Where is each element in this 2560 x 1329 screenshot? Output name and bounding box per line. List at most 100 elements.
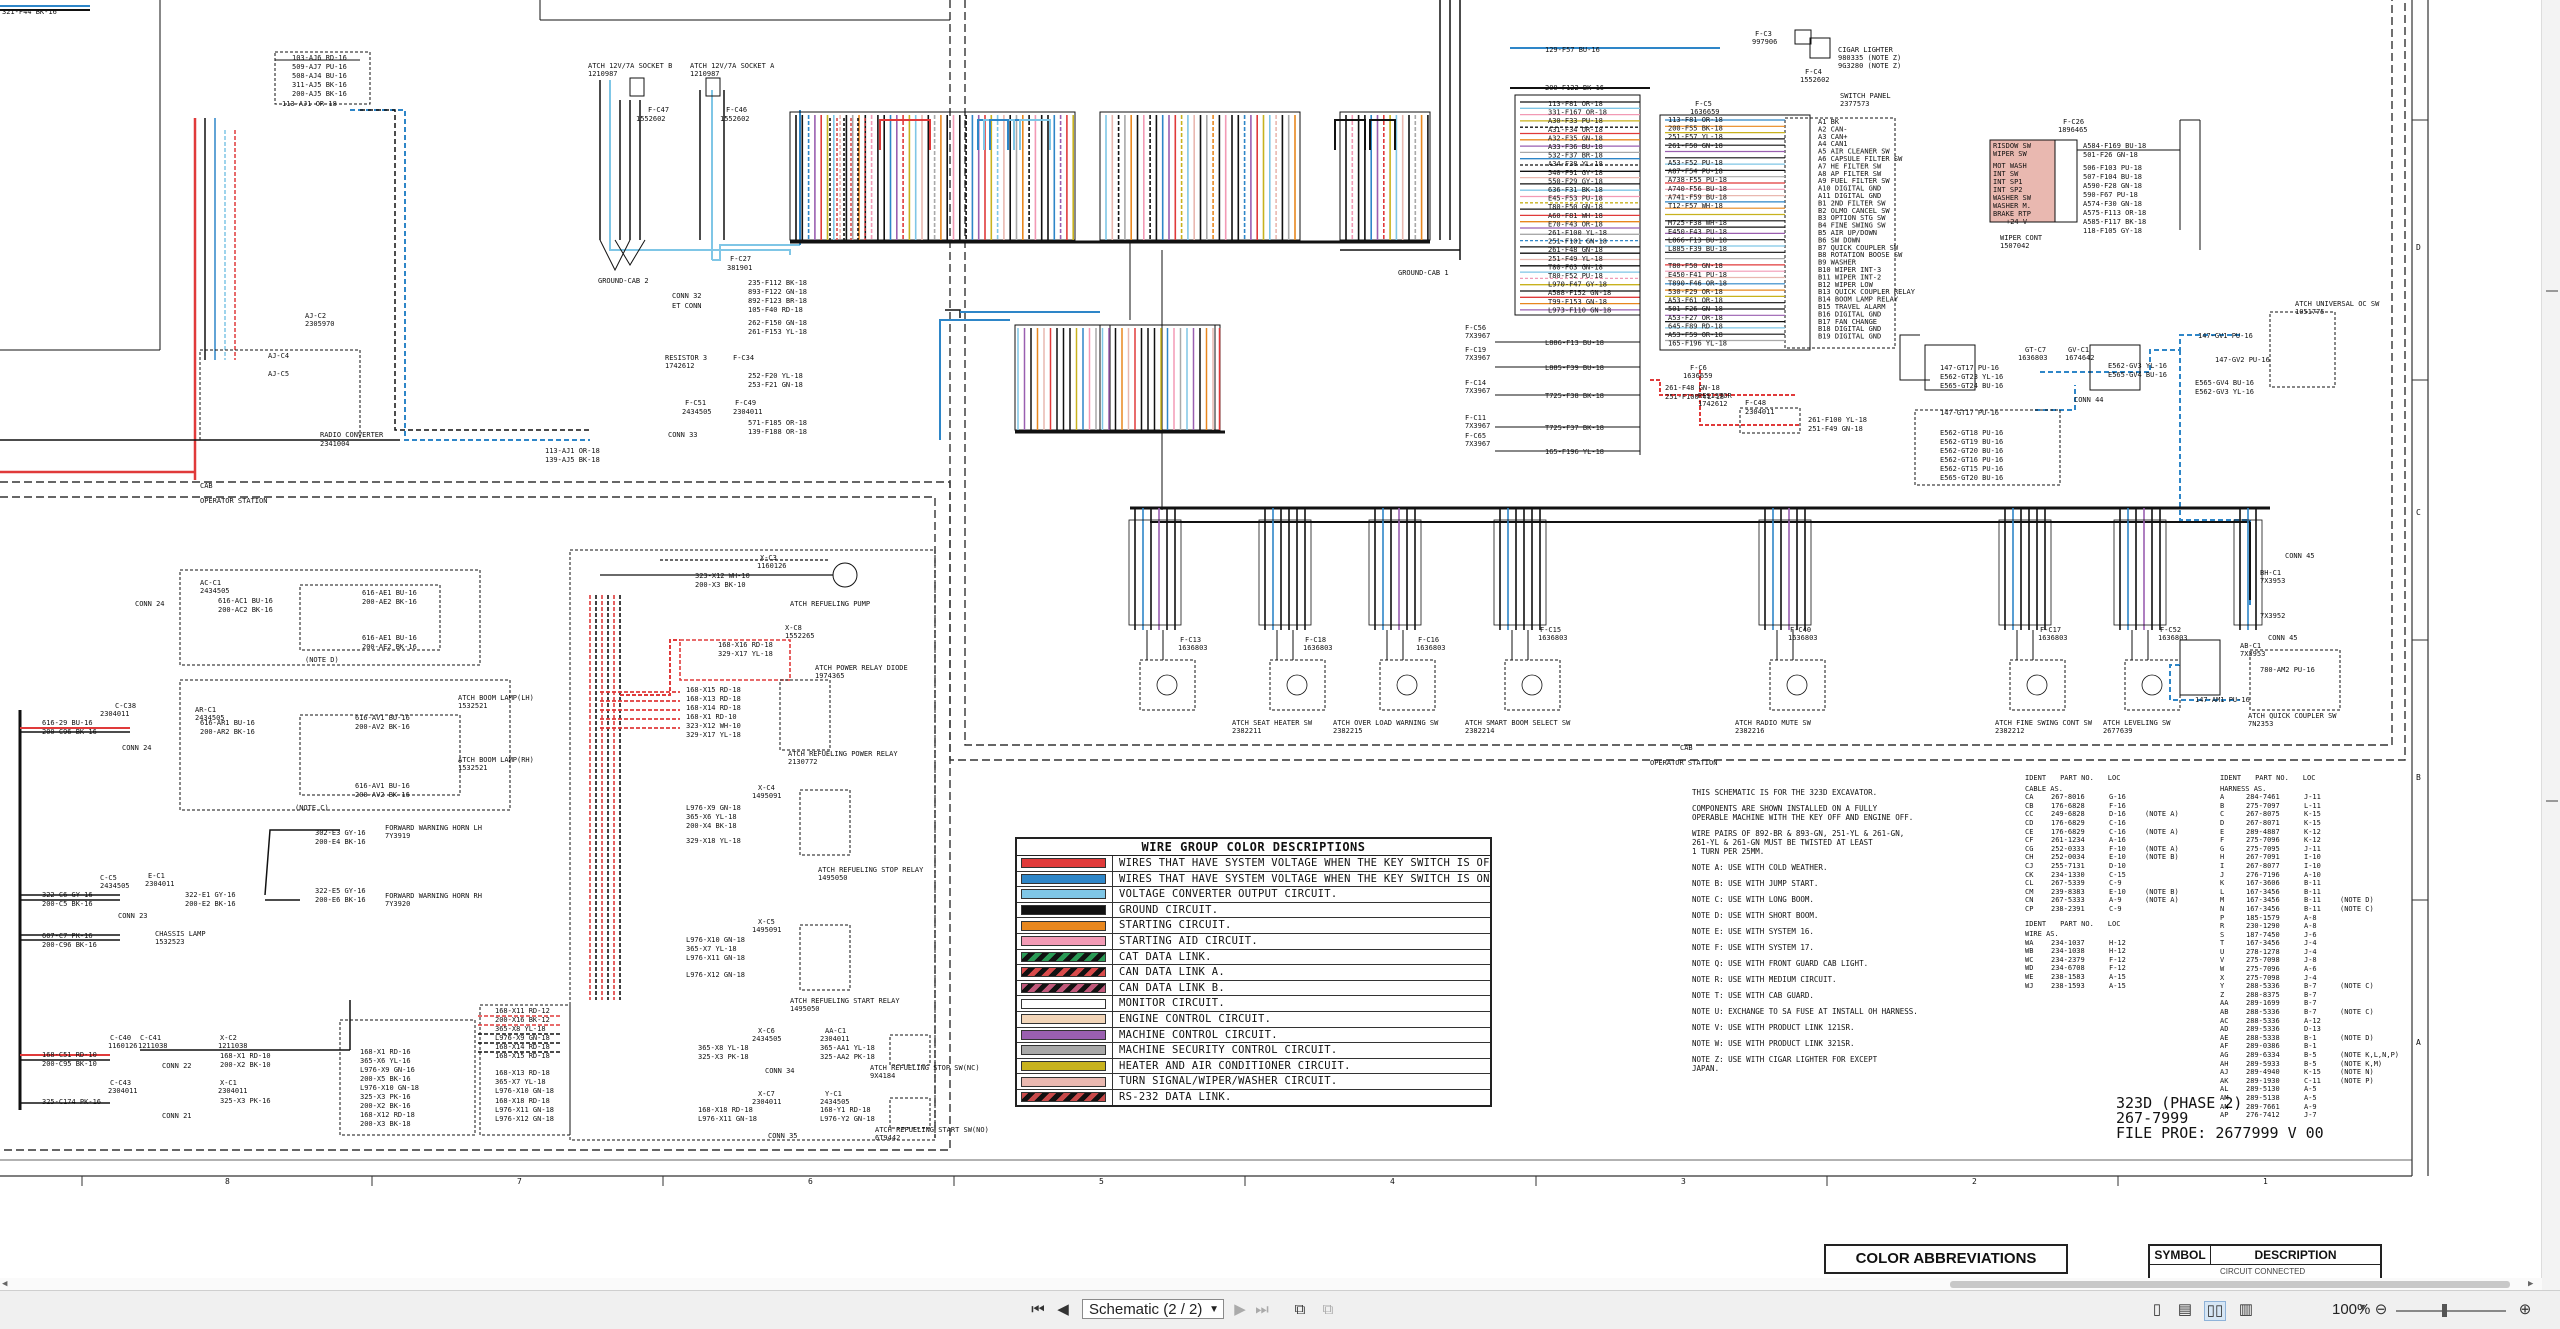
page-select[interactable]: Schematic (2 / 2) ▼ — [1082, 1299, 1224, 1319]
next-page-icon[interactable]: ▶ — [1232, 1301, 1248, 1319]
scroll-right-icon[interactable]: ▶ — [2528, 1278, 2533, 1290]
table-cell: CB — [2025, 801, 2034, 810]
svg-text:ATCH FINE SWING CONT SW: ATCH FINE SWING CONT SW — [1995, 719, 2093, 727]
table-cell: N — [2220, 904, 2225, 913]
table-cell: 267-5333 — [2051, 896, 2085, 905]
svg-text:200-C95 BK-10: 200-C95 BK-10 — [42, 1060, 97, 1068]
schematic-note: NOTE C: USE WITH LONG BOOM. — [1692, 895, 1814, 904]
svg-text:E562-GV3 YL-16: E562-GV3 YL-16 — [2195, 388, 2254, 396]
table-row: V 275-7098 J-8 — [2220, 956, 2400, 965]
schematic-note: NOTE D: USE WITH SHORT BOOM. — [1692, 911, 1819, 920]
continuous-view-icon[interactable]: ▤ — [2176, 1301, 2194, 1319]
table-cell: C-9 — [2109, 904, 2122, 913]
first-page-icon[interactable]: ⏮ — [1028, 1301, 1048, 1319]
svg-text:1552602: 1552602 — [1800, 76, 1830, 84]
table-cell — [2145, 871, 2205, 880]
svg-text:200-X4 BK-18: 200-X4 BK-18 — [686, 822, 737, 830]
zoom-out-icon[interactable]: ⊖ — [2372, 1301, 2390, 1319]
copy-page-icon[interactable]: ⧉ — [1290, 1301, 1310, 1319]
table-cell: A-5 — [2304, 1085, 2317, 1094]
table-cell: WJ — [2025, 981, 2034, 990]
svg-text:F-C56: F-C56 — [1465, 324, 1486, 332]
svg-text:1636803: 1636803 — [1788, 634, 1818, 642]
facing-continuous-view-icon[interactable]: ▥ — [2236, 1301, 2256, 1319]
table-cell: F-12 — [2109, 955, 2126, 964]
svg-text:200-C96 BK-16: 200-C96 BK-16 — [42, 941, 97, 949]
svg-text:616-29 BU-16: 616-29 BU-16 — [42, 719, 93, 727]
svg-text:CONN 35: CONN 35 — [768, 1132, 798, 1140]
svg-text:2304011: 2304011 — [108, 1087, 138, 1095]
svg-text:ATCH REFUELING START SW(NO): ATCH REFUELING START SW(NO) — [875, 1126, 989, 1134]
svg-text:ATCH REFUELING POWER RELAY: ATCH REFUELING POWER RELAY — [788, 750, 898, 758]
svg-text:Y-C1: Y-C1 — [825, 1090, 842, 1098]
start-switch-outline — [889, 1097, 931, 1129]
switch-panel-wire-label: T80-F52 PU-18 — [1548, 272, 1603, 280]
schematic-canvas[interactable]: 8 7 6 5 4 3 2 1 D C B A 103-AJ6 RD-16 50… — [0, 0, 2560, 1290]
table-cell: K-15 — [2304, 810, 2321, 819]
svg-text:C-C40: C-C40 — [110, 1034, 131, 1042]
table-cell: B-1 — [2304, 1042, 2317, 1051]
table-cell: 288-5336 — [2246, 1016, 2280, 1025]
svg-text:CONN 44: CONN 44 — [2074, 396, 2104, 404]
prev-page-icon[interactable]: ◀ — [1055, 1301, 1071, 1319]
switch-panel-wire-label: 530-F29 OR-18 — [1668, 288, 1723, 296]
facing-view-icon[interactable]: ▯▯ — [2204, 1301, 2226, 1321]
table-cell: 275-7096 — [2246, 965, 2280, 974]
switch-panel-wire-label: 261-F48 GN-18 — [1548, 246, 1603, 254]
svg-text:F-C27: F-C27 — [730, 255, 751, 263]
schematic-note: NOTE V: USE WITH PRODUCT LINK 121SR. — [1692, 1023, 1855, 1032]
svg-text:1495091: 1495091 — [752, 926, 782, 934]
svg-text:L976-X11 GN-18: L976-X11 GN-18 — [495, 1106, 554, 1114]
svg-text:1636803: 1636803 — [2158, 634, 2188, 642]
svg-text:2677639: 2677639 — [2103, 727, 2133, 735]
svg-text:2305970: 2305970 — [305, 320, 335, 328]
zoom-slider[interactable] — [2396, 1310, 2506, 1312]
table-cell: CH — [2025, 853, 2034, 862]
svg-text:7X3967: 7X3967 — [1465, 354, 1490, 362]
table-row: U 278-1278 J-4 — [2220, 948, 2400, 957]
table-row: AK 289-1930 C-11 (NOTE P) — [2220, 1077, 2400, 1086]
schematic-note: NOTE E: USE WITH SYSTEM 16. — [1692, 927, 1814, 936]
svg-text:ATCH POWER RELAY DIODE: ATCH POWER RELAY DIODE — [815, 664, 908, 672]
svg-text:6T9442: 6T9442 — [875, 1134, 900, 1142]
svg-text:A574-F30 GN-18: A574-F30 GN-18 — [2083, 200, 2142, 208]
zoom-dropdown-icon[interactable]: ▼ — [2358, 1302, 2367, 1312]
svg-text:RISDOW SW: RISDOW SW — [1993, 142, 2032, 150]
table-row: CL 267-5339 C-9 — [2025, 879, 2205, 888]
table-cell — [2340, 1094, 2400, 1103]
svg-text:616-AC1 BU-16: 616-AC1 BU-16 — [218, 597, 273, 605]
switch-panel-wire-label: T99-F153 GN-18 — [1548, 298, 1607, 306]
switch-body — [1139, 659, 1196, 711]
horizontal-scroll-thumb[interactable] — [1950, 1281, 2510, 1288]
scroll-left-icon[interactable]: ◀ — [2, 1278, 7, 1290]
svg-text:A585-F117 BK-18: A585-F117 BK-18 — [2083, 218, 2146, 226]
table-cell: WE — [2025, 973, 2034, 982]
single-page-view-icon[interactable]: ▯ — [2148, 1301, 2166, 1319]
last-page-icon[interactable]: ⏭ — [1252, 1301, 1272, 1319]
vertical-scrollbar[interactable] — [2541, 0, 2560, 1290]
table-header: PART NO. — [2255, 774, 2289, 782]
switch-panel-wire-label: A588-F152 GN-18 — [1548, 289, 1611, 297]
switch-panel-wire-label: T80-F50 GN-18 — [1548, 203, 1603, 211]
legend-row: MONITOR CIRCUIT. — [1017, 996, 1490, 1012]
svg-text:AJ-C4: AJ-C4 — [268, 352, 289, 360]
table-row: CF 261-1234 A-16 — [2025, 836, 2205, 845]
svg-text:E562-GV3 YL-16: E562-GV3 YL-16 — [2108, 362, 2167, 370]
zoom-slider-thumb[interactable] — [2442, 1304, 2447, 1317]
table-row: AC 288-5336 A-12 — [2220, 1017, 2400, 1026]
connector-loop — [989, 119, 1009, 150]
svg-text:325-X3 PK-18: 325-X3 PK-18 — [698, 1053, 749, 1061]
switch-panel-wire-label: L866-F13 BU-18 — [1668, 236, 1727, 244]
legend-title: WIRE GROUP COLOR DESCRIPTIONS — [1017, 839, 1490, 856]
svg-text:168-X18 RD-18: 168-X18 RD-18 — [698, 1106, 753, 1114]
horizontal-scrollbar[interactable]: ◀ ▶ — [0, 1278, 2542, 1290]
table-cell: 267-7091 — [2246, 853, 2280, 862]
table-cell: 288-5336 — [2246, 1008, 2280, 1017]
switch-panel-wire-label: A53-F52 PU-18 — [1668, 159, 1723, 167]
svg-text:200-AR2 BK-16: 200-AR2 BK-16 — [200, 728, 255, 736]
zone-number: 2 — [1972, 1177, 1977, 1186]
svg-text:311-AJ5 BK-16: 311-AJ5 BK-16 — [292, 81, 347, 89]
zoom-in-icon[interactable]: ⊕ — [2516, 1301, 2534, 1319]
table-cell: Z — [2220, 990, 2225, 999]
extract-page-icon[interactable]: ⧉ — [1318, 1301, 1338, 1319]
